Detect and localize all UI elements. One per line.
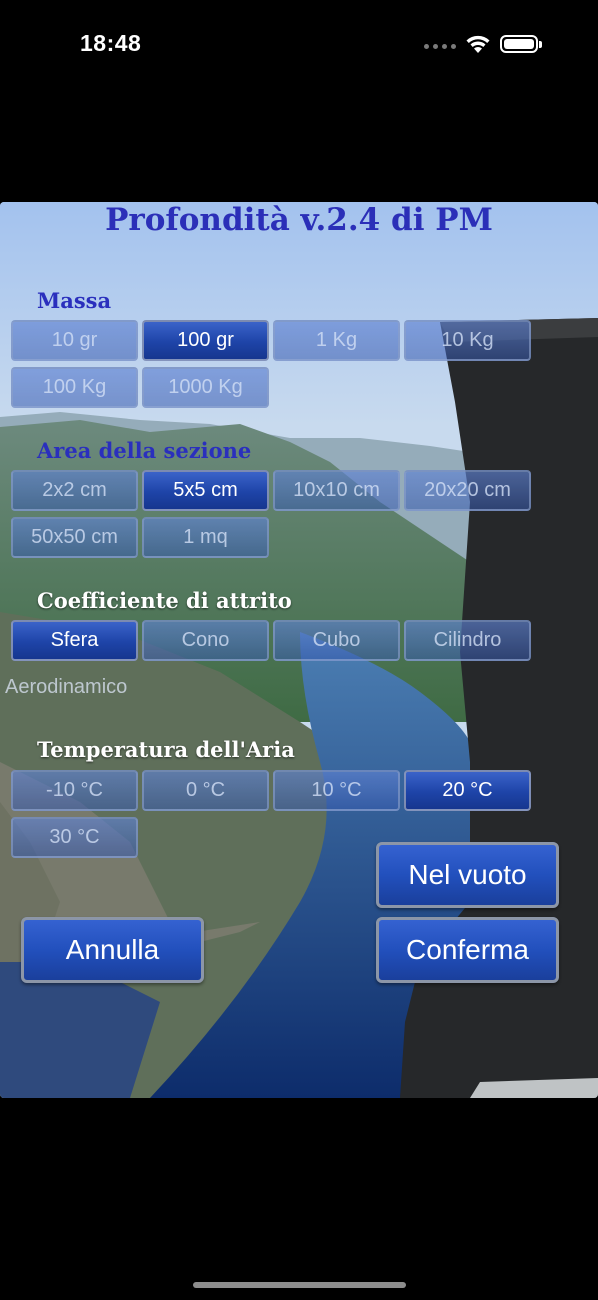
area-10x10-button[interactable]: 10x10 cm	[273, 470, 400, 511]
temp-minus10-button[interactable]: -10 °C	[11, 770, 138, 811]
massa-1000kg-button[interactable]: 1000 Kg	[142, 367, 269, 408]
temp-10-button[interactable]: 10 °C	[273, 770, 400, 811]
area-50x50-button[interactable]: 50x50 cm	[11, 517, 138, 558]
annulla-button[interactable]: Annulla	[21, 917, 204, 983]
area-2x2-button[interactable]: 2x2 cm	[11, 470, 138, 511]
area-5x5-button[interactable]: 5x5 cm	[142, 470, 269, 511]
home-indicator[interactable]	[193, 1282, 406, 1288]
massa-100kg-button[interactable]: 100 Kg	[11, 367, 138, 408]
massa-10kg-button[interactable]: 10 Kg	[404, 320, 531, 361]
section-temp-heading: Temperatura dell'Aria	[37, 737, 295, 762]
section-massa-heading: Massa	[37, 288, 112, 313]
conferma-button[interactable]: Conferma	[376, 917, 559, 983]
temp-0-button[interactable]: 0 °C	[142, 770, 269, 811]
cellular-signal-icon	[424, 41, 458, 51]
temp-30-button[interactable]: 30 °C	[11, 817, 138, 858]
section-coeff-heading: Coefficiente di attrito	[37, 588, 292, 613]
status-time: 18:48	[80, 30, 142, 56]
coeff-cilindro-button[interactable]: Cilindro	[404, 620, 531, 661]
nel-vuoto-button[interactable]: Nel vuoto	[376, 842, 559, 908]
coeff-cono-button[interactable]: Cono	[142, 620, 269, 661]
wifi-icon	[466, 35, 490, 53]
coeff-cubo-button[interactable]: Cubo	[273, 620, 400, 661]
coeff-sfera-button[interactable]: Sfera	[11, 620, 138, 661]
massa-1kg-button[interactable]: 1 Kg	[273, 320, 400, 361]
area-20x20-button[interactable]: 20x20 cm	[404, 470, 531, 511]
coeff-aerodinamico-button[interactable]: Aerodinamico	[5, 667, 155, 708]
battery-icon	[500, 35, 542, 53]
settings-panel: Profondità v.2.4 di PM Massa 10 gr 100 g…	[0, 202, 598, 1098]
app-title: Profondità v.2.4 di PM	[105, 202, 493, 238]
temp-20-button[interactable]: 20 °C	[404, 770, 531, 811]
area-1mq-button[interactable]: 1 mq	[142, 517, 269, 558]
massa-100gr-button[interactable]: 100 gr	[142, 320, 269, 361]
section-area-heading: Area della sezione	[37, 438, 252, 463]
massa-10gr-button[interactable]: 10 gr	[11, 320, 138, 361]
status-bar: 18:48	[0, 0, 598, 90]
